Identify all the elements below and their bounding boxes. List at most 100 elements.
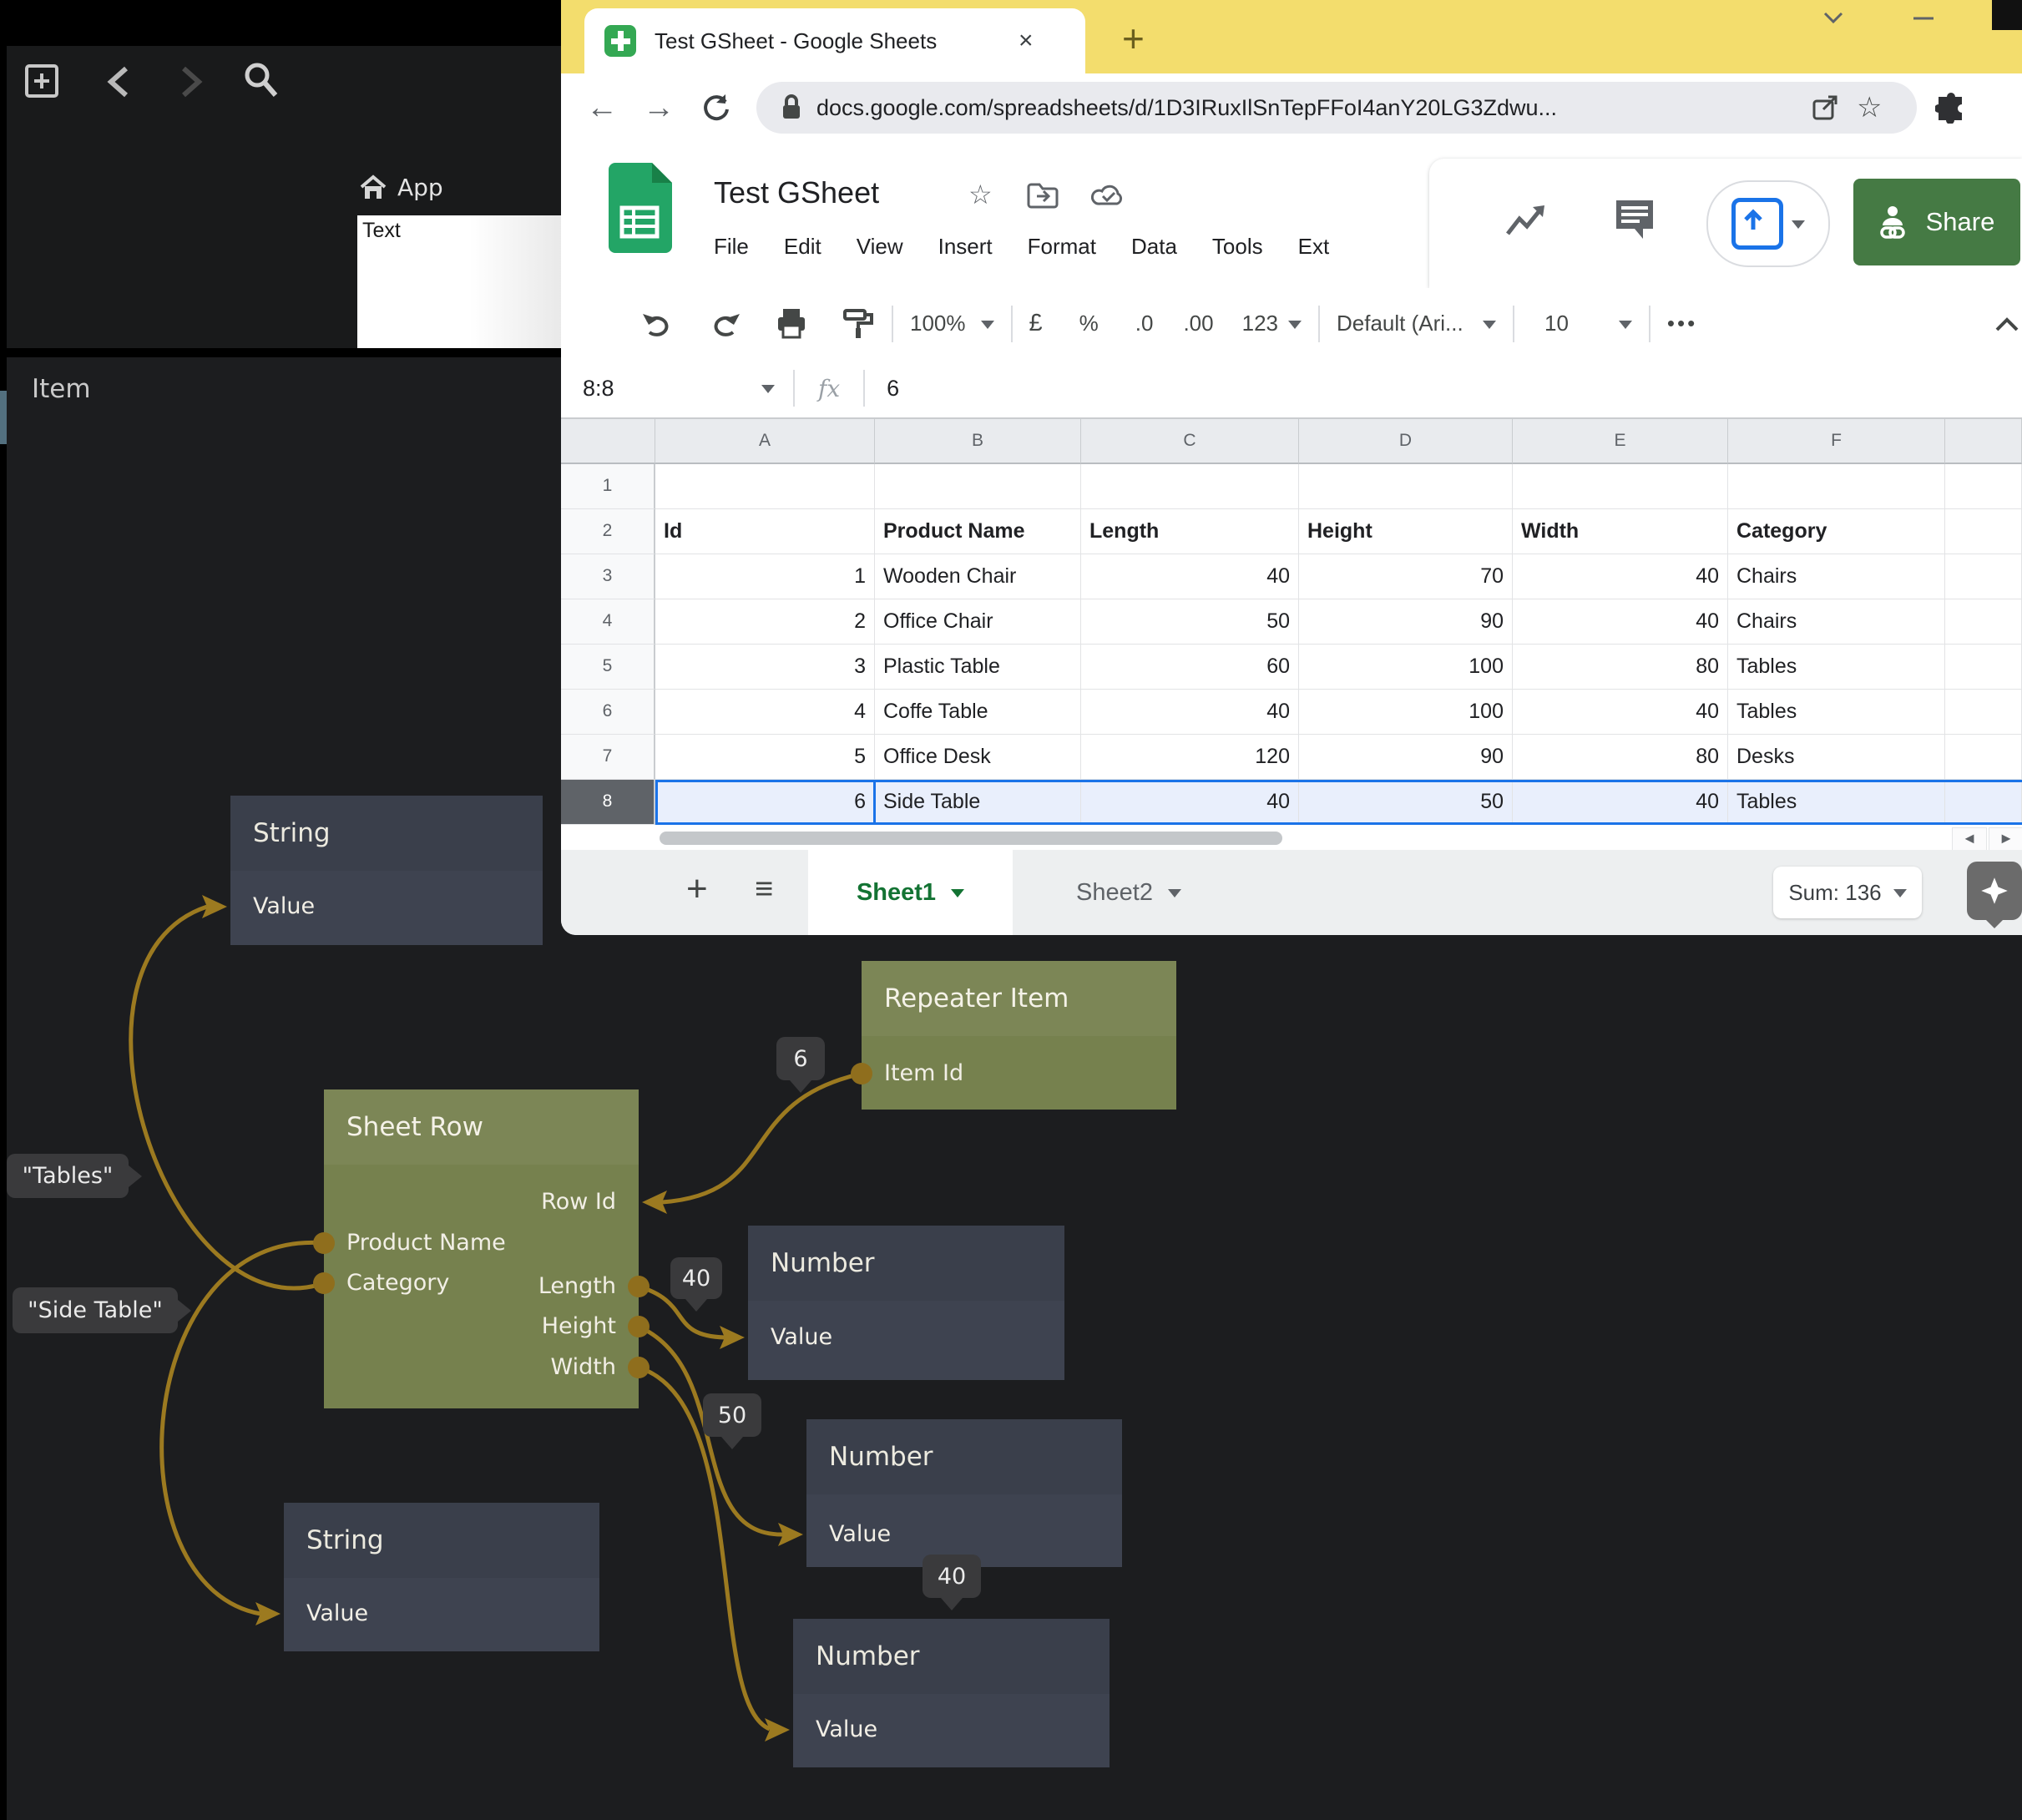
formula-input[interactable]: 6 xyxy=(887,376,899,402)
new-tab-button[interactable]: + xyxy=(1122,22,1145,55)
search-icon[interactable] xyxy=(240,58,282,104)
back-icon[interactable] xyxy=(104,65,134,99)
font-size-select[interactable]: 10 xyxy=(1544,311,1569,336)
cell-D3[interactable]: 70 xyxy=(1299,554,1513,599)
port-value[interactable]: Value xyxy=(829,1521,891,1547)
number-format-button[interactable]: 123 xyxy=(1242,311,1278,336)
row-header-8[interactable]: 8 xyxy=(561,780,655,825)
cell-F5[interactable]: Tables xyxy=(1728,645,1945,690)
percent-format-button[interactable]: % xyxy=(1079,311,1099,336)
app-preview-canvas[interactable]: Text xyxy=(357,215,561,348)
font-size-caret[interactable] xyxy=(1619,321,1632,336)
cell-C8[interactable]: 40 xyxy=(1081,780,1299,825)
port-height[interactable]: Height xyxy=(542,1313,616,1339)
reload-icon[interactable] xyxy=(700,91,733,124)
all-sheets-icon[interactable]: ≡ xyxy=(755,872,773,907)
column-header-B[interactable]: B xyxy=(875,419,1081,464)
cell-G7[interactable] xyxy=(1945,735,2022,780)
node-number-width[interactable]: Number Value xyxy=(793,1619,1110,1767)
port-width[interactable]: Width xyxy=(551,1354,616,1380)
explore-button[interactable] xyxy=(1967,862,2022,920)
share-button[interactable]: Share xyxy=(1853,179,2020,265)
insights-trend-icon[interactable] xyxy=(1504,202,1548,239)
port-value[interactable]: Value xyxy=(306,1600,368,1626)
forward-icon[interactable]: → xyxy=(643,90,675,126)
node-sheet-row[interactable]: Sheet Row Row Id Product Name Category L… xyxy=(324,1089,639,1408)
menu-insert[interactable]: Insert xyxy=(938,234,993,260)
cell-D6[interactable]: 100 xyxy=(1299,690,1513,735)
cell-D7[interactable]: 90 xyxy=(1299,735,1513,780)
corner-select-all[interactable] xyxy=(561,419,655,464)
cell-F4[interactable]: Chairs xyxy=(1728,599,1945,645)
browser-tab[interactable]: Test GSheet - Google Sheets × xyxy=(584,8,1085,73)
column-header-A[interactable]: A xyxy=(655,419,875,464)
column-header-G[interactable] xyxy=(1945,419,2022,464)
cell-A1[interactable] xyxy=(655,464,875,509)
name-box-caret[interactable] xyxy=(761,385,775,400)
back-icon[interactable]: ← xyxy=(586,90,618,126)
horizontal-scrollbar[interactable] xyxy=(660,832,1282,845)
cell-G8[interactable] xyxy=(1945,780,2022,825)
column-header-D[interactable]: D xyxy=(1299,419,1513,464)
sheet2-menu-caret[interactable] xyxy=(1168,889,1181,904)
comment-icon[interactable] xyxy=(1611,195,1658,242)
cell-F1[interactable] xyxy=(1728,464,1945,509)
cell-A6[interactable]: 4 xyxy=(655,690,875,735)
spreadsheet-grid[interactable]: ABCDEF12IdProduct NameLengthHeightWidthC… xyxy=(561,419,2022,825)
menu-tools[interactable]: Tools xyxy=(1212,234,1263,260)
extensions-puzzle-icon[interactable] xyxy=(1935,92,1967,124)
cell-G2[interactable] xyxy=(1945,509,2022,554)
cell-E6[interactable]: 40 xyxy=(1513,690,1728,735)
cell-D4[interactable]: 90 xyxy=(1299,599,1513,645)
chevron-down-icon[interactable] xyxy=(1822,10,1845,27)
node-repeater-item[interactable]: Repeater Item Item Id xyxy=(862,961,1176,1110)
omnibox[interactable]: docs.google.com/spreadsheets/d/1D3IRuxIl… xyxy=(756,82,1917,134)
share-page-icon[interactable] xyxy=(1810,93,1840,123)
cell-D1[interactable] xyxy=(1299,464,1513,509)
decrease-decimal-button[interactable]: .0 xyxy=(1135,311,1154,336)
cell-E1[interactable] xyxy=(1513,464,1728,509)
node-string-top[interactable]: String Value xyxy=(230,796,543,945)
cell-C5[interactable]: 60 xyxy=(1081,645,1299,690)
cell-E2[interactable]: Width xyxy=(1513,509,1728,554)
node-number-length[interactable]: Number Value xyxy=(748,1226,1064,1380)
sum-caret[interactable] xyxy=(1893,889,1907,904)
cell-G6[interactable] xyxy=(1945,690,2022,735)
cell-C3[interactable]: 40 xyxy=(1081,554,1299,599)
sheet-tab-sheet2[interactable]: Sheet2 xyxy=(1037,850,1221,935)
app-root-row[interactable]: App xyxy=(359,174,443,201)
increase-decimal-button[interactable]: .00 xyxy=(1183,311,1213,336)
cell-D8[interactable]: 50 xyxy=(1299,780,1513,825)
url-text[interactable]: docs.google.com/spreadsheets/d/1D3IRuxIl… xyxy=(816,95,1810,121)
minimize-icon[interactable] xyxy=(1912,15,1935,22)
cell-B2[interactable]: Product Name xyxy=(875,509,1081,554)
row-header-2[interactable]: 2 xyxy=(561,509,655,554)
cell-D5[interactable]: 100 xyxy=(1299,645,1513,690)
port-value[interactable]: Value xyxy=(816,1716,877,1742)
zoom-select[interactable]: 100% xyxy=(910,311,966,336)
port-value[interactable]: Value xyxy=(253,893,315,919)
paint-format-icon[interactable] xyxy=(842,307,875,341)
cell-E7[interactable]: 80 xyxy=(1513,735,1728,780)
port-item-id[interactable]: Item Id xyxy=(884,1060,963,1086)
cell-F3[interactable]: Chairs xyxy=(1728,554,1945,599)
cell-A5[interactable]: 3 xyxy=(655,645,875,690)
document-title[interactable]: Test GSheet xyxy=(714,175,879,210)
port-length[interactable]: Length xyxy=(538,1273,616,1299)
cell-C6[interactable]: 40 xyxy=(1081,690,1299,735)
cell-B6[interactable]: Coffe Table xyxy=(875,690,1081,735)
menu-extensions[interactable]: Ext xyxy=(1298,234,1330,260)
row-header-3[interactable]: 3 xyxy=(561,554,655,599)
row-header-6[interactable]: 6 xyxy=(561,690,655,735)
font-select[interactable]: Default (Ari... xyxy=(1337,311,1483,336)
cell-G1[interactable] xyxy=(1945,464,2022,509)
font-caret[interactable] xyxy=(1483,321,1496,336)
menu-format[interactable]: Format xyxy=(1028,234,1096,260)
collapse-toolbar-icon[interactable] xyxy=(1993,314,2021,334)
zoom-caret[interactable] xyxy=(981,321,994,336)
sheet-tab-sheet1[interactable]: Sheet1 xyxy=(808,850,1013,935)
cell-C4[interactable]: 50 xyxy=(1081,599,1299,645)
menu-view[interactable]: View xyxy=(857,234,903,260)
tab-close-icon[interactable]: × xyxy=(1019,27,1034,55)
redo-icon[interactable] xyxy=(708,309,741,339)
